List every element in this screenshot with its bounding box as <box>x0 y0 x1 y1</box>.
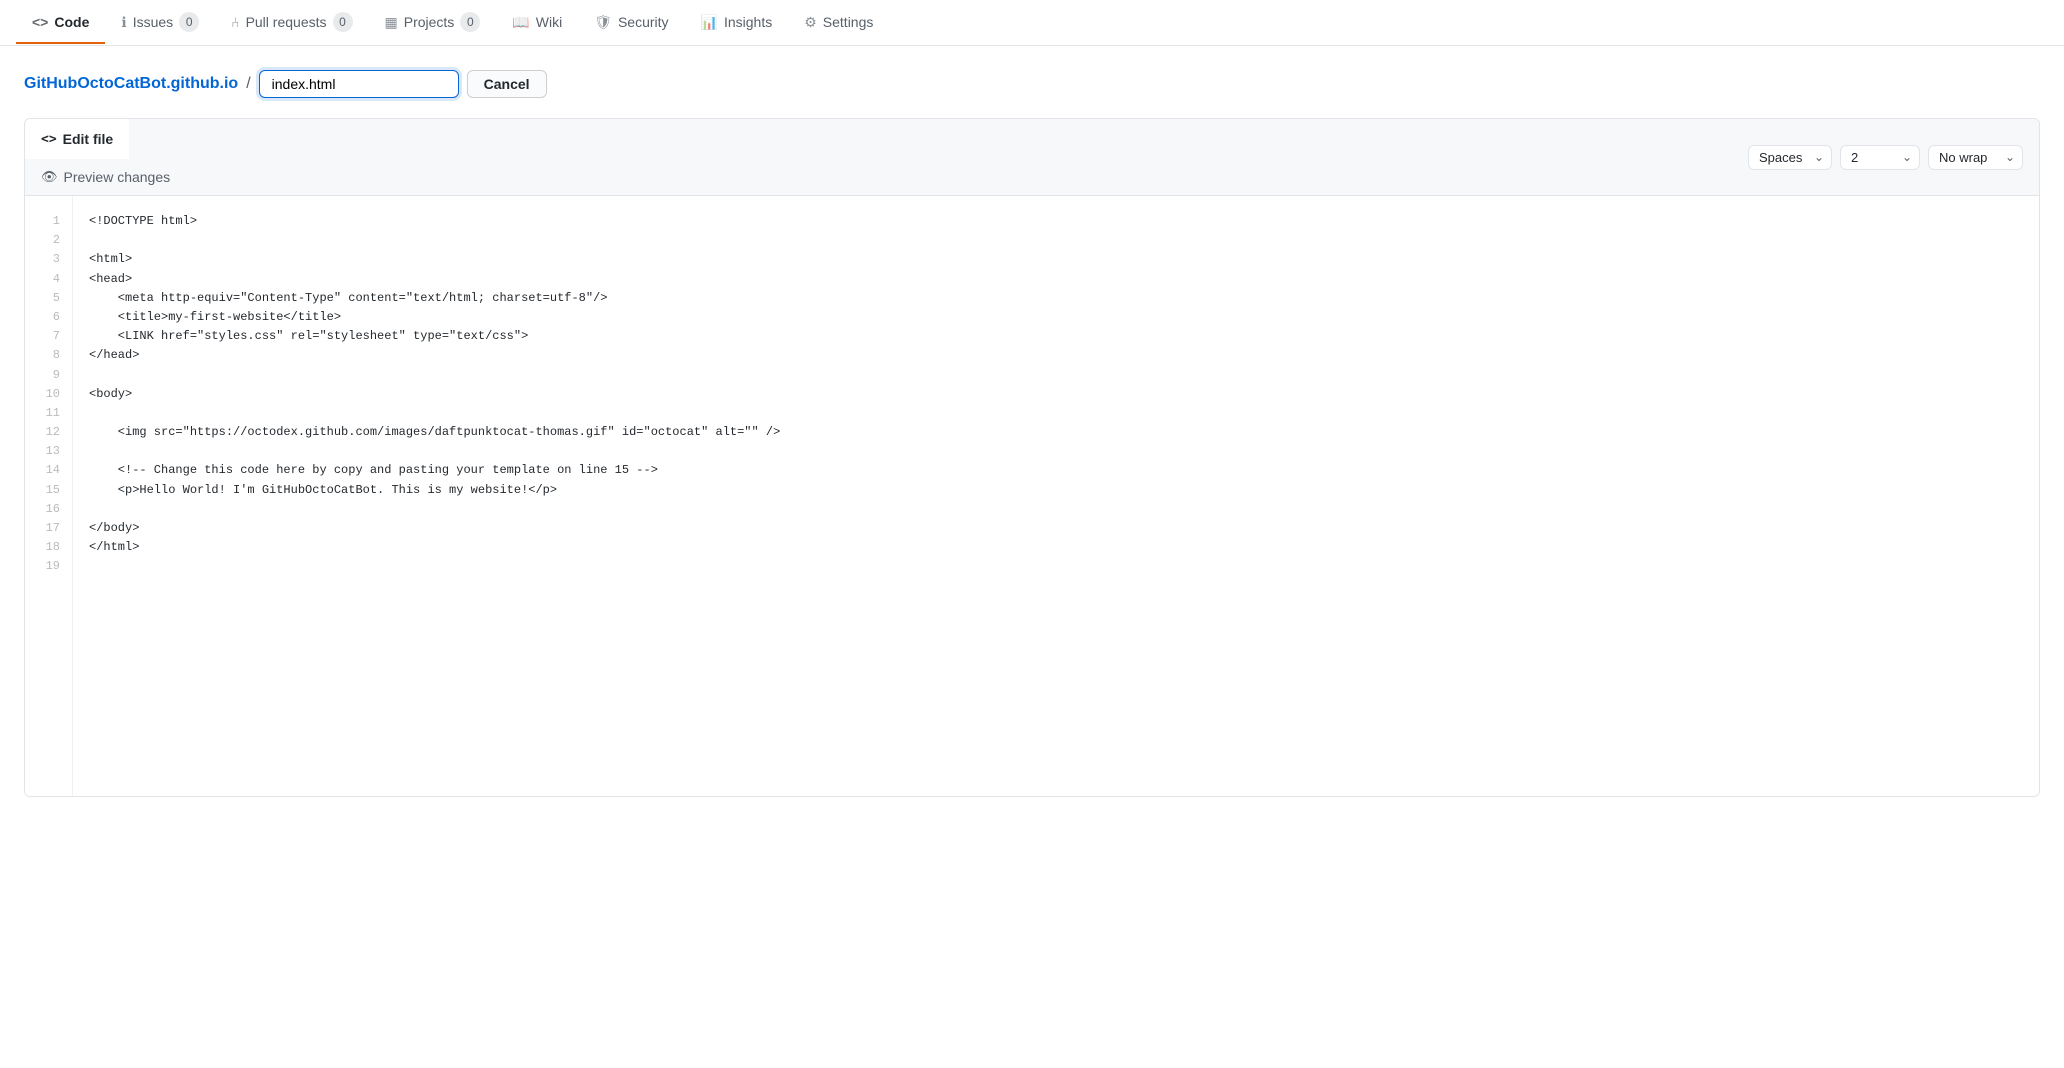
path-separator: / <box>246 75 250 93</box>
editor-tab-edit-file[interactable]: <> Edit file <box>25 119 129 159</box>
tab-projects[interactable]: ▦ Projects 0 <box>369 0 497 46</box>
wiki-tab-icon: 📖 <box>512 14 529 31</box>
issues-tab-badge: 0 <box>179 12 199 32</box>
wrap-mode-wrapper: No wrapSoft wrap <box>1928 145 2023 170</box>
editor-options: SpacesTabs 248 No wrapSoft wrap <box>1732 137 2039 178</box>
security-tab-label: Security <box>618 14 669 30</box>
line-number: 7 <box>41 327 60 346</box>
tab-wiki[interactable]: 📖 Wiki <box>496 2 578 45</box>
line-number: 15 <box>41 481 60 500</box>
insights-tab-label: Insights <box>724 14 772 30</box>
pull-requests-tab-label: Pull requests <box>246 14 327 30</box>
line-number: 8 <box>41 346 60 365</box>
editor-toolbar: <> Edit file👁 Preview changes SpacesTabs… <box>25 119 2039 196</box>
line-number: 14 <box>41 461 60 480</box>
line-number: 3 <box>41 250 60 269</box>
insights-tab-icon: 📊 <box>701 14 718 31</box>
tab-pull-requests[interactable]: ⑃ Pull requests 0 <box>215 0 368 46</box>
wrap-mode-select[interactable]: No wrapSoft wrap <box>1928 145 2023 170</box>
line-number: 5 <box>41 289 60 308</box>
line-number: 11 <box>41 404 60 423</box>
line-number: 10 <box>41 385 60 404</box>
line-number: 16 <box>41 500 60 519</box>
wiki-tab-label: Wiki <box>536 14 562 30</box>
projects-tab-icon: ▦ <box>385 14 398 31</box>
line-number: 13 <box>41 442 60 461</box>
indent-size-wrapper: 248 <box>1840 145 1920 170</box>
line-numbers: 12345678910111213141516171819 <box>25 196 73 796</box>
issues-tab-icon: ℹ <box>121 14 126 31</box>
line-number: 2 <box>41 231 60 250</box>
repo-nav: <> Code ℹ Issues 0 ⑃ Pull requests 0 ▦ Projects 0 📖… <box>0 0 2064 46</box>
editor-tabs: <> Edit file👁 Preview changes <box>25 119 186 195</box>
tab-insights[interactable]: 📊 Insights <box>685 2 789 45</box>
line-number: 17 <box>41 519 60 538</box>
tab-issues[interactable]: ℹ Issues 0 <box>105 0 215 46</box>
issues-tab-label: Issues <box>133 14 173 30</box>
editor-tab-preview-changes[interactable]: 👁 Preview changes <box>25 159 186 195</box>
projects-tab-label: Projects <box>404 14 455 30</box>
main-content: GitHubOctoCatBot.github.io / Cancel <> E… <box>0 46 2064 797</box>
indent-mode-select[interactable]: SpacesTabs <box>1748 145 1832 170</box>
line-number: 18 <box>41 538 60 557</box>
line-number: 6 <box>41 308 60 327</box>
editor-container: <> Edit file👁 Preview changes SpacesTabs… <box>24 118 2040 797</box>
line-number: 1 <box>41 212 60 231</box>
cancel-button[interactable]: Cancel <box>467 70 547 98</box>
line-number: 19 <box>41 557 60 576</box>
projects-tab-badge: 0 <box>460 12 480 32</box>
tab-settings[interactable]: ⚙ Settings <box>788 2 889 45</box>
code-tab-label: Code <box>54 14 89 30</box>
code-tab-icon: <> <box>32 14 48 30</box>
code-content[interactable]: <!DOCTYPE html> <html> <head> <meta http… <box>73 196 2039 796</box>
line-number: 9 <box>41 366 60 385</box>
file-path-row: GitHubOctoCatBot.github.io / Cancel <box>24 70 2040 98</box>
tab-security[interactable]: 🛡 Security <box>578 2 684 45</box>
tab-code[interactable]: <> Code <box>16 2 105 44</box>
pull-requests-tab-icon: ⑃ <box>231 14 239 30</box>
line-number: 12 <box>41 423 60 442</box>
indent-size-select[interactable]: 248 <box>1840 145 1920 170</box>
pull-requests-tab-badge: 0 <box>333 12 353 32</box>
settings-tab-icon: ⚙ <box>804 14 817 31</box>
filename-input[interactable] <box>259 70 459 98</box>
code-editor: 12345678910111213141516171819 <!DOCTYPE … <box>25 196 2039 796</box>
security-tab-icon: 🛡 <box>594 14 612 31</box>
indent-mode-wrapper: SpacesTabs <box>1748 145 1832 170</box>
line-number: 4 <box>41 270 60 289</box>
repo-link[interactable]: GitHubOctoCatBot.github.io <box>24 75 238 93</box>
settings-tab-label: Settings <box>823 14 874 30</box>
